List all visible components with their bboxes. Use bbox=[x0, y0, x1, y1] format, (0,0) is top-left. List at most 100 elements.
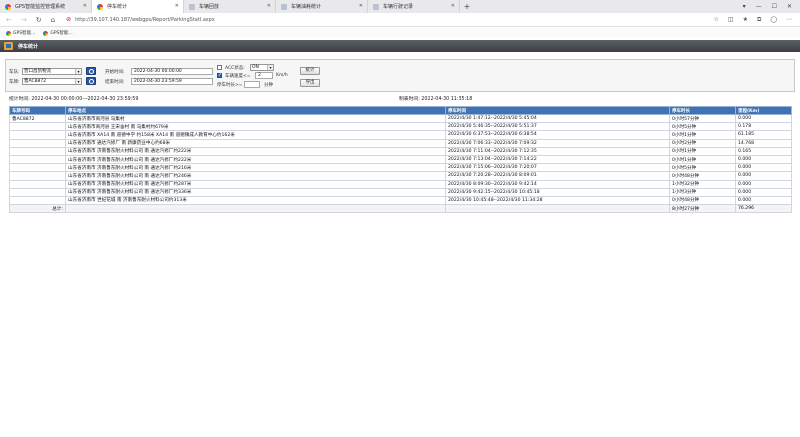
speed-input[interactable]: 2 bbox=[255, 72, 273, 79]
url-field[interactable]: ⊘ http://39.107.140.187/webgps/Report/Pa… bbox=[66, 16, 215, 23]
cell-plate bbox=[9, 179, 66, 189]
cell-mileage: 0.178 bbox=[735, 122, 792, 132]
reload-icon[interactable]: ↻ bbox=[36, 16, 42, 24]
table-row: 山东省济南市 世纪花城 南 济南鲁东耐火材料公司约313米 2022/4/30 1… bbox=[9, 195, 792, 206]
cell-place: 山东省济南市 世纪花城 南 济南鲁东耐火材料公司约313米 bbox=[65, 195, 446, 206]
site-icon bbox=[6, 30, 11, 36]
address-bar: ← → ↻ ⌂ ⊘ http://39.107.140.187/webgps/R… bbox=[0, 13, 800, 27]
cell-total-blank bbox=[445, 204, 670, 214]
vehicle-search-button[interactable] bbox=[86, 77, 96, 85]
start-time-input[interactable]: 2022-04-30 00:00:00 bbox=[131, 68, 213, 75]
cell-place: 山东省济南市 XA14 南 道德中学 约158米 XA14 南 道德镇成人教育中… bbox=[65, 130, 446, 140]
window-controls: ▾ — ☐ ✕ bbox=[743, 0, 800, 13]
close-window-icon[interactable]: ✕ bbox=[787, 3, 792, 10]
cell-time: 2022/4/30 7:06:33--2022/4/30 7:09:32 bbox=[445, 138, 670, 148]
favorites-icon[interactable]: ★ bbox=[743, 16, 748, 24]
team-search-button[interactable] bbox=[86, 67, 96, 75]
new-tab-button[interactable]: + bbox=[460, 0, 474, 13]
tab-label: 停车统计 bbox=[107, 4, 128, 10]
stat-button[interactable]: 统计 bbox=[300, 67, 320, 75]
cell-duration: 0小时1分钟 bbox=[669, 154, 736, 165]
cell-plate bbox=[9, 138, 66, 148]
cell-place: 山东省济南市 济南鲁东耐火材料公司 南 通达汽修厂约222米 bbox=[65, 154, 446, 165]
total-label: 总计: bbox=[52, 206, 63, 212]
tab-close-icon[interactable]: ✕ bbox=[267, 3, 271, 9]
browser-tab-2[interactable]: 停车统计 ✕ bbox=[92, 0, 184, 13]
cell-time: 2022/4/30 5:46:35--2022/4/30 5:51:37 bbox=[445, 122, 670, 132]
parking-table: 车牌号码 停车地点 停车时间 停车时长 里程(Km) 鲁AC8872 山东省济南市… bbox=[9, 106, 792, 214]
team-select[interactable]: 营口昌凯物流 ▾ bbox=[22, 68, 82, 75]
forward-icon[interactable]: → bbox=[21, 16, 27, 24]
bookmark-star-icon[interactable]: ☆ bbox=[714, 16, 719, 24]
acc-select[interactable]: ON ▾ bbox=[250, 64, 274, 71]
maximize-icon[interactable]: ☐ bbox=[772, 3, 777, 10]
cell-mileage: 0.000 bbox=[735, 195, 792, 206]
vehicle-select[interactable]: 鲁AC8872 ▾ bbox=[22, 78, 82, 85]
tab-close-icon[interactable]: ✕ bbox=[359, 3, 363, 9]
acc-checkbox[interactable] bbox=[217, 65, 222, 70]
table-row: 山东省济南市 XA14 南 道德中学 约158米 XA14 南 道德镇成人教育中… bbox=[9, 130, 792, 140]
browser-tab-5[interactable]: 车辆行驶记录 ✕ bbox=[368, 0, 460, 13]
table-row: 山东省济南市 济南鲁东耐火材料公司 南 通达汽修厂约287米 2022/4/30 … bbox=[9, 179, 792, 189]
back-icon[interactable]: ← bbox=[6, 16, 12, 24]
chevron-down-icon: ▾ bbox=[75, 69, 81, 74]
tab-close-icon[interactable]: ✕ bbox=[83, 3, 87, 9]
table-row: 山东省济南市 济南鲁东耐火材料公司 南 通达汽修厂约246米 2022/4/30 … bbox=[9, 171, 792, 181]
tab-close-icon[interactable]: ✕ bbox=[451, 3, 455, 9]
cell-time: 2022/4/30 7:20:28--2022/4/30 8:09:01 bbox=[445, 171, 670, 181]
home-icon[interactable]: ⌂ bbox=[51, 16, 55, 24]
end-time-input[interactable]: 2022-04-30 23:59:59 bbox=[131, 78, 213, 85]
col-plate: 车牌号码 bbox=[9, 106, 66, 115]
browser-tab-3[interactable]: 车辆回放 ✕ bbox=[184, 0, 276, 13]
profile-icon[interactable]: ◯ bbox=[770, 16, 777, 24]
cell-place: 山东省济南市 济南鲁东耐火材料公司 南 通达汽修厂约246米 bbox=[65, 171, 446, 181]
chevron-down-icon: ▾ bbox=[267, 65, 273, 70]
browser-tab-1[interactable]: GPS智能监控管理系统 ✕ bbox=[0, 0, 92, 13]
cell-plate: 鲁AC8872 bbox=[9, 113, 66, 124]
cell-total-blank bbox=[65, 204, 446, 214]
menu-icon[interactable]: ▾ bbox=[743, 3, 746, 10]
cell-duration: 0小时57分钟 bbox=[669, 113, 736, 124]
speed-checkbox[interactable] bbox=[217, 72, 222, 78]
cell-duration: 1小时32分钟 bbox=[669, 179, 736, 189]
end-time-label: 结束时间: bbox=[105, 80, 125, 85]
table-row: 山东省济南市 通达汽修厂 南 新康药业中心约68米 2022/4/30 7:06:… bbox=[9, 138, 792, 148]
cell-place: 山东省济南市 济南鲁东耐火材料公司 南 通达汽修厂约287米 bbox=[65, 179, 446, 189]
cell-time: 2022/4/30 10:45:48--2022/4/30 11:34:28 bbox=[445, 195, 670, 206]
cell-mileage: 0.165 bbox=[735, 146, 792, 156]
bookmark-2[interactable]: GPS智能... bbox=[43, 30, 73, 36]
cell-plate bbox=[9, 171, 66, 181]
table-header-row: 车牌号码 停车地点 停车时间 停车时长 里程(Km) bbox=[9, 106, 792, 115]
cell-mileage: 0.000 bbox=[735, 154, 792, 165]
cell-place: 山东省济南市 济南鲁东耐火材料公司 南 通达汽修厂约222米 bbox=[65, 146, 446, 156]
table-row: 山东省济南市 济南鲁东耐火材料公司 南 通达汽修厂约216米 2022/4/30 … bbox=[9, 163, 792, 173]
tab-label: GPS智能监控管理系统 bbox=[15, 4, 66, 10]
favicon-icon bbox=[97, 3, 103, 10]
filter-panel: 车队: 营口昌凯物流 ▾ 车牌: 鲁AC8872 ▾ 开始时间: 2022-04-3… bbox=[5, 59, 795, 92]
cell-duration: 0小时5分钟 bbox=[669, 163, 736, 173]
cell-plate bbox=[9, 187, 66, 197]
url-text: http://39.107.140.187/webgps/Report/Park… bbox=[75, 16, 215, 23]
cell-mileage: 14.768 bbox=[735, 138, 792, 148]
split-view-icon[interactable]: ◫ bbox=[728, 16, 734, 24]
bookmark-1[interactable]: GPS智能... bbox=[6, 30, 35, 36]
export-button[interactable]: 导出 bbox=[300, 79, 320, 87]
minimize-icon[interactable]: — bbox=[756, 3, 762, 10]
cell-total-duration: 8小时27分钟 bbox=[669, 204, 736, 214]
cell-time: 2022/4/30 8:09:30--2022/4/30 9:42:14 bbox=[445, 179, 670, 189]
park-duration-unit: 分钟 bbox=[264, 83, 273, 88]
cell-time: 2022/4/30 7:13:04--2022/4/30 7:14:22 bbox=[445, 154, 670, 165]
tab-label: 车辆行驶记录 bbox=[383, 4, 414, 10]
collections-icon[interactable]: ⧉ bbox=[757, 16, 761, 24]
cell-place: 山东省济南市 通达汽修厂 南 新康药业中心约68米 bbox=[65, 138, 446, 148]
tab-close-icon[interactable]: ✕ bbox=[175, 3, 179, 9]
bookmarks-bar: GPS智能... GPS智能... bbox=[0, 28, 800, 38]
park-duration-input[interactable] bbox=[244, 81, 260, 88]
cell-plate bbox=[9, 163, 66, 173]
tab-label: 车辆回放 bbox=[199, 4, 220, 10]
park-duration-label: 停车时长>= bbox=[217, 83, 243, 88]
more-icon[interactable]: ⋯ bbox=[786, 16, 792, 24]
cell-mileage: 0.000 bbox=[735, 163, 792, 173]
browser-tab-4[interactable]: 车辆油耗统计 ✕ bbox=[276, 0, 368, 13]
speed-unit: Km/h bbox=[276, 73, 288, 78]
